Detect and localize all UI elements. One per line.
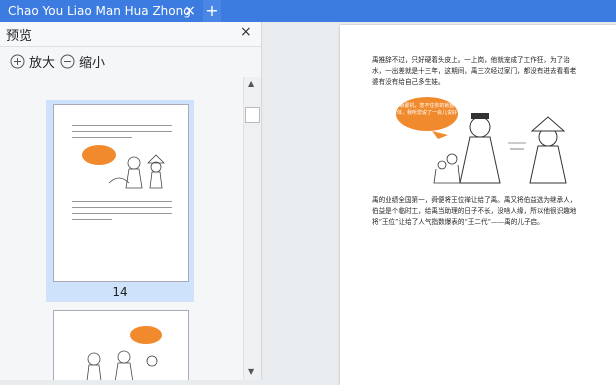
zoom-out-button[interactable]: 缩小 [60, 51, 105, 71]
scroll-thumb[interactable] [245, 107, 260, 123]
thumbnail-illustration-2 [86, 326, 162, 380]
thumbnail-page-number: 14 [112, 285, 128, 299]
zoom-in-button[interactable]: 放大 [10, 51, 55, 71]
document-viewer[interactable]: 禹推辞不过，只好硬着头皮上。一上岗，他就宠成了工作狂，为了治水，一出差就是十三年… [262, 22, 616, 385]
tab-bar: Chao You Liao Man Hua Zhong × + [0, 0, 616, 22]
zoom-out-label: 缩小 [79, 55, 106, 71]
thumbnail-page-14[interactable] [53, 104, 189, 282]
zoom-in-label: 放大 [29, 55, 56, 71]
zoom-in-icon [10, 54, 25, 68]
page-paragraph-1: 禹推辞不过，只好硬着头皮上。一上岗，他就宠成了工作狂，为了治水，一出差就是十三年… [372, 56, 577, 86]
panel-title: 预览 [6, 29, 33, 44]
comic-illustration [432, 113, 567, 184]
tab-title: Chao You Liao Man Hua Zhong [8, 4, 191, 18]
panel-header: 预览 × [0, 22, 261, 47]
panel-close-icon[interactable]: × [240, 24, 252, 40]
scroll-up-icon[interactable]: ▲ [248, 79, 254, 88]
page-paragraph-2: 禹的业绩全国第一，舜便将王位禅让给了禹。禹又将伯益选为继承人，伯益是个临时工，给… [372, 196, 577, 226]
scroll-down-icon[interactable]: ▼ [248, 367, 254, 376]
thumbnail-scrollbar[interactable]: ▲ ▼ [243, 77, 261, 380]
document-tab[interactable]: Chao You Liao Man Hua Zhong [0, 0, 200, 22]
thumbnail-page-15[interactable] [53, 310, 189, 380]
preview-panel: 预览 × 放大 缩小 14 ▲ ▼ [0, 22, 262, 380]
zoom-out-icon [60, 54, 75, 68]
new-tab-button[interactable]: + [203, 0, 221, 22]
tab-close-icon[interactable]: × [181, 0, 199, 22]
thumbnail-illustration [82, 145, 165, 189]
thumbnail-list: 14 [0, 77, 243, 380]
document-page: 禹推辞不过，只好硬着头皮上。一上岗，他就宠成了工作狂，为了治水，一出差就是十三年… [340, 25, 616, 385]
